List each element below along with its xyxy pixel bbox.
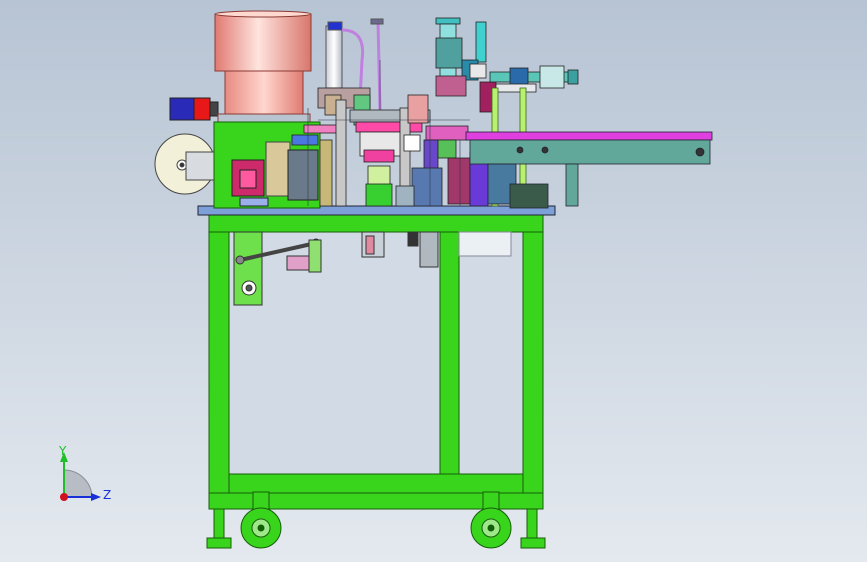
tape-reel [154, 133, 217, 195]
cad-viewport[interactable]: Y Z [0, 0, 867, 562]
vibratory-bowl [214, 10, 312, 123]
triad-y-label: Y [58, 444, 67, 458]
triad-z-label: Z [103, 488, 111, 502]
machine-drawing: Y Z [0, 0, 867, 562]
